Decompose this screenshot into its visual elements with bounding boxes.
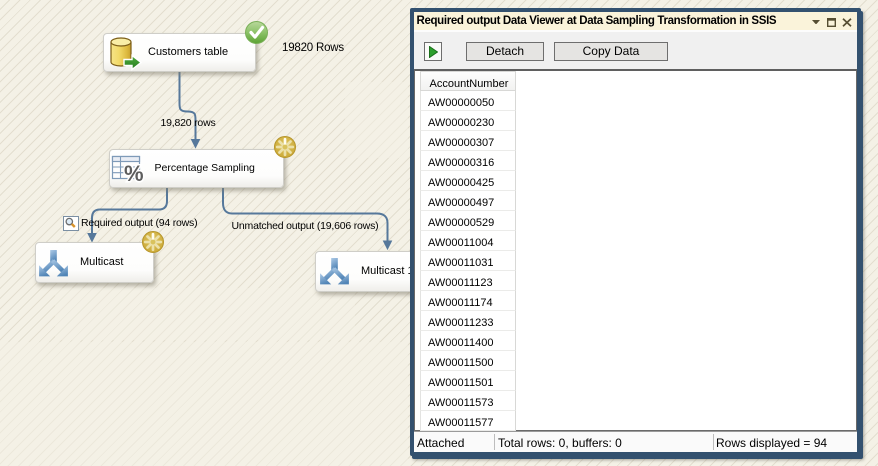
svg-text:%: % [124,161,144,183]
